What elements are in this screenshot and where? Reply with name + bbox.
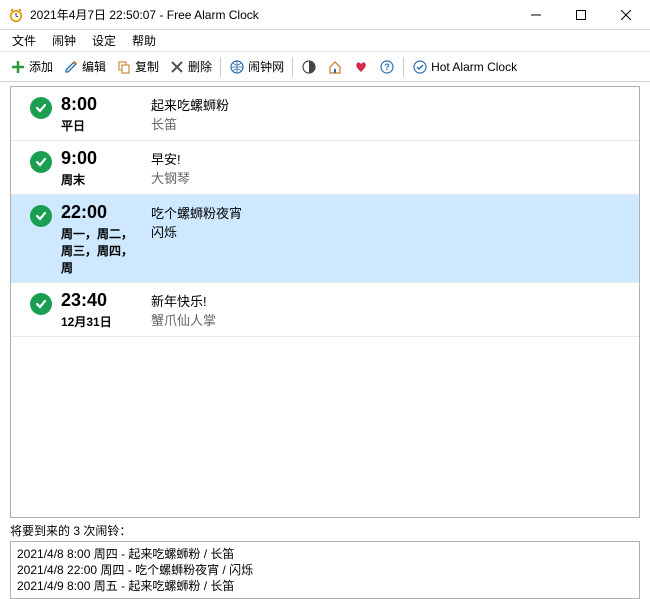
alarm-time-block: 23:40 12月31日	[61, 289, 141, 330]
alarm-row[interactable]: 23:40 12月31日新年快乐!蟹爪仙人掌	[11, 283, 639, 337]
question-icon: ?	[379, 59, 395, 75]
separator	[292, 57, 293, 77]
menu-help[interactable]: 帮助	[124, 30, 164, 51]
web-button[interactable]: 闹钟网	[225, 56, 288, 77]
upcoming-line: 2021/4/8 22:00 周四 - 吃个螺蛳粉夜宵 / 闪烁	[17, 562, 633, 578]
alarm-title: 吃个螺蛳粉夜宵	[151, 203, 629, 222]
pencil-icon	[63, 59, 79, 75]
web-label: 闹钟网	[248, 58, 284, 75]
delete-label: 删除	[188, 58, 212, 75]
hotalarm-label: Hot Alarm Clock	[431, 60, 517, 74]
add-button[interactable]: 添加	[6, 56, 57, 77]
svg-text:?: ?	[384, 62, 390, 72]
menu-file[interactable]: 文件	[4, 30, 44, 51]
alarm-sound: 闪烁	[151, 222, 629, 241]
alarm-schedule: 12月31日	[61, 313, 141, 330]
contrast-icon	[301, 59, 317, 75]
check-circle-icon	[30, 293, 52, 315]
alarm-time-block: 22:00周一，周二，周三，周四，周	[61, 201, 141, 276]
plus-icon	[10, 59, 26, 75]
alarm-enabled-toggle[interactable]	[21, 147, 61, 173]
check-circle-icon	[30, 151, 52, 173]
alarm-sound: 长笛	[151, 114, 629, 133]
alarm-desc-block: 起来吃螺蛳粉长笛	[141, 93, 629, 133]
menu-alarm[interactable]: 闹钟	[44, 30, 84, 51]
alarm-row[interactable]: 9:00 周末早安!大钢琴	[11, 141, 639, 195]
alarm-time-block: 9:00 周末	[61, 147, 141, 188]
copy-button[interactable]: 复制	[112, 56, 163, 77]
contrast-button[interactable]	[297, 57, 321, 77]
maximize-button[interactable]	[558, 0, 603, 29]
alarm-list[interactable]: 8:00平日起来吃螺蛳粉长笛9:00周末早安!大钢琴22:00周一，周二，周三，…	[10, 86, 640, 518]
upcoming-line: 2021/4/9 8:00 周五 - 起来吃螺蛳粉 / 长笛	[17, 578, 633, 594]
alarm-enabled-toggle[interactable]	[21, 93, 61, 119]
app-icon	[8, 7, 24, 23]
home-button[interactable]	[323, 57, 347, 77]
alarm-desc-block: 早安!大钢琴	[141, 147, 629, 187]
x-icon	[169, 59, 185, 75]
close-button[interactable]	[603, 0, 648, 29]
window-controls	[513, 0, 648, 29]
heart-icon	[353, 59, 369, 75]
edit-button[interactable]: 编辑	[59, 56, 110, 77]
copy-label: 复制	[135, 58, 159, 75]
alarm-enabled-toggle[interactable]	[21, 201, 61, 227]
alarm-title: 起来吃螺蛳粉	[151, 95, 629, 114]
alarm-time: 22:00	[61, 203, 141, 223]
help-button[interactable]: ?	[375, 57, 399, 77]
delete-button[interactable]: 删除	[165, 56, 216, 77]
separator	[403, 57, 404, 77]
upcoming-line: 2021/4/8 8:00 周四 - 起来吃螺蛳粉 / 长笛	[17, 546, 633, 562]
alarm-title: 新年快乐!	[151, 291, 629, 310]
alarm-row[interactable]: 22:00周一，周二，周三，周四，周吃个螺蛳粉夜宵闪烁	[11, 195, 639, 283]
alarm-sound: 大钢琴	[151, 168, 629, 187]
titlebar: 2021年4月7日 22:50:07 - Free Alarm Clock	[0, 0, 650, 30]
window-title: 2021年4月7日 22:50:07 - Free Alarm Clock	[30, 6, 513, 23]
alarm-enabled-toggle[interactable]	[21, 289, 61, 315]
alarm-desc-block: 吃个螺蛳粉夜宵闪烁	[141, 201, 629, 241]
alarm-row[interactable]: 8:00 平日起来吃螺蛳粉长笛	[11, 87, 639, 141]
alarm-sound: 蟹爪仙人掌	[151, 310, 629, 329]
alarm-title: 早安!	[151, 149, 629, 168]
edit-label: 编辑	[82, 58, 106, 75]
clock-check-icon	[412, 59, 428, 75]
alarm-schedule: 平日	[61, 117, 141, 134]
minimize-button[interactable]	[513, 0, 558, 29]
add-label: 添加	[29, 58, 53, 75]
copy-icon	[116, 59, 132, 75]
upcoming-label: 将要到来的 3 次闹铃：	[10, 522, 640, 539]
alarm-schedule: 周一，周二，周三，周四，周	[61, 225, 141, 276]
alarm-time: 9:00	[61, 149, 141, 169]
alarm-time-block: 8:00 平日	[61, 93, 141, 134]
menu-settings[interactable]: 设定	[84, 30, 124, 51]
toolbar: 添加 编辑 复制 删除 闹钟网	[0, 52, 650, 82]
alarm-time: 8:00	[61, 95, 141, 115]
home-icon	[327, 59, 343, 75]
hotalarm-button[interactable]: Hot Alarm Clock	[408, 57, 521, 77]
check-circle-icon	[30, 97, 52, 119]
globe-icon	[229, 59, 245, 75]
alarm-schedule: 周末	[61, 171, 141, 188]
heart-button[interactable]	[349, 57, 373, 77]
check-circle-icon	[30, 205, 52, 227]
alarm-desc-block: 新年快乐!蟹爪仙人掌	[141, 289, 629, 329]
upcoming-box: 2021/4/8 8:00 周四 - 起来吃螺蛳粉 / 长笛2021/4/8 2…	[10, 541, 640, 599]
separator	[220, 57, 221, 77]
menubar: 文件 闹钟 设定 帮助	[0, 30, 650, 52]
alarm-time: 23:40	[61, 291, 141, 311]
